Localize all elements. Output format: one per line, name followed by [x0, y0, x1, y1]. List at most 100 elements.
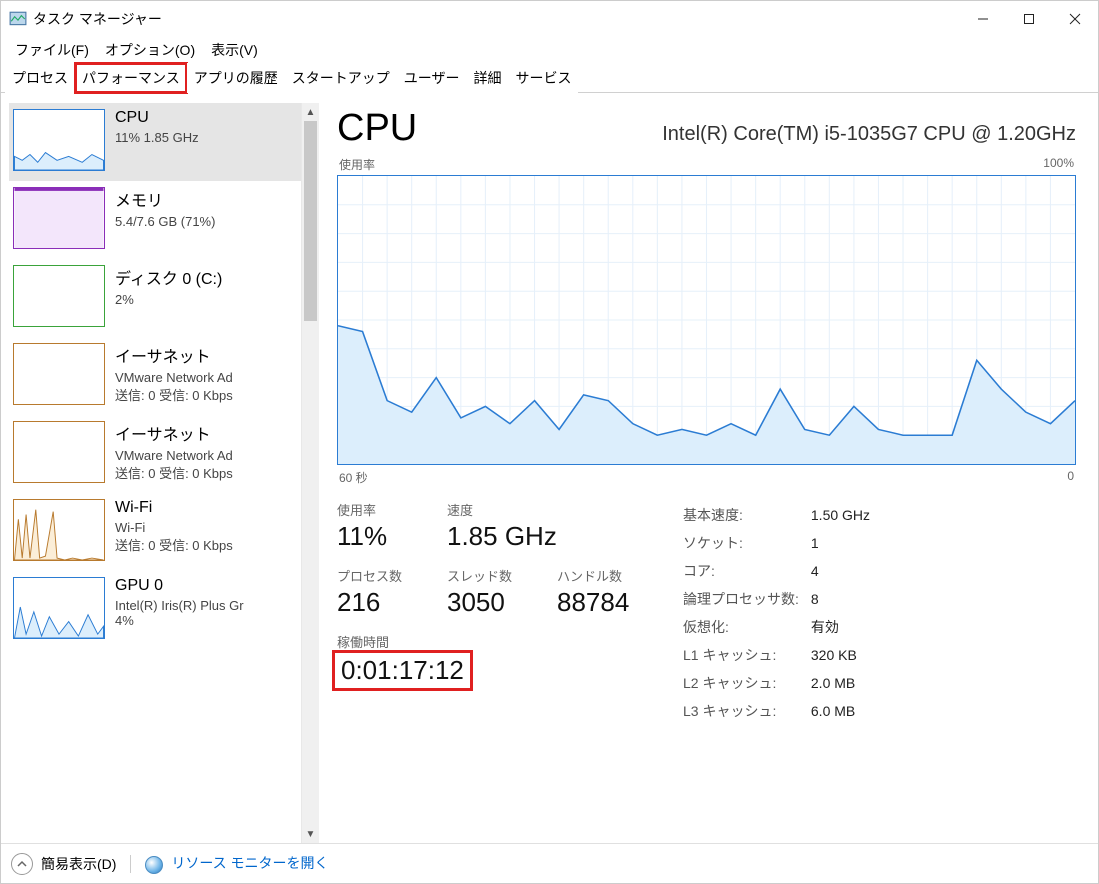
sidebar-item-title: CPU — [115, 109, 297, 127]
logical-value: 8 — [811, 586, 880, 612]
cores-label: コア: — [683, 558, 809, 584]
sidebar-text: イーサネットVMware Network Ad送信: 0 受信: 0 Kbps — [115, 343, 297, 405]
sidebar-item-sub: 2% — [115, 292, 297, 307]
sidebar-text: Wi-FiWi-Fi送信: 0 受信: 0 Kbps — [115, 499, 297, 561]
app-icon — [9, 10, 27, 28]
logical-label: 論理プロセッサ数: — [683, 586, 809, 612]
sidebar-item-sub: VMware Network Ad — [115, 448, 297, 463]
sidebar-scrollbar[interactable]: ▲ ▼ — [301, 103, 319, 843]
maximize-button[interactable] — [1006, 3, 1052, 35]
menu-file[interactable]: ファイル(F) — [7, 38, 97, 62]
virtualization-label: 仮想化: — [683, 614, 809, 640]
resource-monitor-link[interactable]: リソース モニターを開く — [145, 853, 328, 873]
sidebar-item-5[interactable]: Wi-FiWi-Fi送信: 0 受信: 0 Kbps — [9, 493, 301, 571]
tab-startup[interactable]: スタートアップ — [285, 63, 397, 93]
sidebar-text: メモリ5.4/7.6 GB (71%) — [115, 187, 297, 249]
virtualization-value: 有効 — [811, 614, 880, 640]
l3-cache-label: L3 キャッシュ: — [683, 698, 809, 724]
sidebar-item-6[interactable]: GPU 0 Intel(R) Iris(R) Plus Gr4% — [9, 571, 301, 649]
scroll-up-icon[interactable]: ▲ — [302, 103, 320, 121]
handles-label: ハンドル数 — [557, 566, 641, 585]
titlebar: タスク マネージャー — [1, 1, 1098, 37]
sidebar-thumb — [13, 421, 105, 483]
minimize-button[interactable] — [960, 3, 1006, 35]
sidebar-text: GPU 0 Intel(R) Iris(R) Plus Gr4% — [115, 577, 297, 639]
sidebar-item-sub: Intel(R) Iris(R) Plus Gr — [115, 598, 297, 613]
sidebar-thumb — [13, 499, 105, 561]
menubar: ファイル(F) オプション(O) 表示(V) — [1, 37, 1098, 63]
resource-monitor-label: リソース モニターを開く — [171, 855, 328, 871]
sidebar-item-sub: 11% 1.85 GHz — [115, 130, 297, 145]
sidebar-item-sub2: 送信: 0 受信: 0 Kbps — [115, 463, 297, 482]
sidebar-list: CPU 11% 1.85 GHz メモリ5.4/7.6 GB (71%) ディスク 0… — [9, 103, 301, 843]
chart-label-0: 0 — [1067, 469, 1074, 486]
tab-details[interactable]: 詳細 — [466, 63, 508, 93]
sidebar-item-title: イーサネット — [115, 421, 297, 445]
sidebar-thumb — [13, 187, 105, 249]
speed-value: 1.85 GHz — [447, 521, 557, 552]
menu-view[interactable]: 表示(V) — [203, 38, 266, 62]
speed-label: 速度 — [447, 500, 557, 519]
window-title: タスク マネージャー — [33, 9, 162, 29]
statusbar-divider — [130, 855, 131, 873]
tab-app-history[interactable]: アプリの履歴 — [187, 63, 285, 93]
collapse-toggle[interactable] — [11, 853, 33, 875]
sidebar-item-3[interactable]: イーサネットVMware Network Ad送信: 0 受信: 0 Kbps — [9, 337, 301, 415]
usage-value: 11% — [337, 521, 421, 552]
sidebar-item-sub2: 4% — [115, 613, 297, 628]
uptime-label: 稼働時間 — [337, 632, 468, 651]
scrollbar-thumb[interactable] — [304, 121, 317, 321]
l1-cache-value: 320 KB — [811, 642, 880, 668]
chart-label-100: 100% — [1043, 156, 1074, 173]
resource-monitor-icon — [145, 856, 163, 874]
chart-label-60s: 60 秒 — [339, 469, 368, 486]
tab-services[interactable]: サービス — [508, 63, 578, 93]
stats-area: 使用率11% 速度1.85 GHz プロセス数216 スレッド数3050 ハンド… — [337, 500, 1076, 726]
sidebar-item-sub2: 送信: 0 受信: 0 Kbps — [115, 385, 297, 404]
detail-pane: CPU Intel(R) Core(TM) i5-1035G7 CPU @ 1.… — [319, 93, 1098, 843]
tab-processes[interactable]: プロセス — [5, 63, 75, 93]
base-speed-value: 1.50 GHz — [811, 502, 880, 528]
sidebar-item-title: GPU 0 — [115, 577, 297, 595]
sidebar-item-sub2: 送信: 0 受信: 0 Kbps — [115, 535, 297, 554]
sidebar-item-title: ディスク 0 (C:) — [115, 265, 297, 289]
handles-value: 88784 — [557, 587, 641, 618]
sidebar-thumb — [13, 109, 105, 171]
tab-performance[interactable]: パフォーマンス — [75, 63, 187, 93]
statusbar: 簡易表示(D) リソース モニターを開く — [1, 843, 1098, 883]
usage-label: 使用率 — [337, 500, 421, 519]
detail-heading: CPU — [337, 107, 417, 150]
threads-label: スレッド数 — [447, 566, 531, 585]
sidebar-item-sub: Wi-Fi — [115, 520, 297, 535]
sidebar-item-title: Wi-Fi — [115, 499, 297, 517]
sockets-value: 1 — [811, 530, 880, 556]
sockets-label: ソケット: — [683, 530, 809, 556]
sidebar-item-sub: 5.4/7.6 GB (71%) — [115, 214, 297, 229]
sidebar-item-4[interactable]: イーサネット VMware Network Ad送信: 0 受信: 0 Kbps — [9, 415, 301, 493]
main-area: CPU 11% 1.85 GHz メモリ5.4/7.6 GB (71%) ディスク 0… — [1, 93, 1098, 843]
sidebar-item-sub: VMware Network Ad — [115, 370, 297, 385]
uptime-value: 0:01:17:12 — [337, 655, 468, 686]
tab-strip: プロセス パフォーマンス アプリの履歴 スタートアップ ユーザー 詳細 サービス — [1, 63, 1098, 93]
close-button[interactable] — [1052, 3, 1098, 35]
cpu-spec-table: 基本速度:1.50 GHz ソケット:1 コア:4 論理プロセッサ数:8 仮想化… — [681, 500, 882, 726]
threads-value: 3050 — [447, 587, 531, 618]
l2-cache-label: L2 キャッシュ: — [683, 670, 809, 696]
sidebar-panel: CPU 11% 1.85 GHz メモリ5.4/7.6 GB (71%) ディスク 0… — [1, 93, 319, 843]
tab-users[interactable]: ユーザー — [397, 63, 467, 93]
sidebar-item-2[interactable]: ディスク 0 (C:) 2% — [9, 259, 301, 337]
sidebar-text: イーサネット VMware Network Ad送信: 0 受信: 0 Kbps — [115, 421, 297, 483]
cpu-chart — [337, 175, 1076, 465]
sidebar-item-0[interactable]: CPU 11% 1.85 GHz — [9, 103, 301, 181]
l1-cache-label: L1 キャッシュ: — [683, 642, 809, 668]
simple-view-button[interactable]: 簡易表示(D) — [41, 854, 116, 874]
l2-cache-value: 2.0 MB — [811, 670, 880, 696]
cores-value: 4 — [811, 558, 880, 584]
sidebar-text: ディスク 0 (C:) 2% — [115, 265, 297, 327]
l3-cache-value: 6.0 MB — [811, 698, 880, 724]
cpu-model: Intel(R) Core(TM) i5-1035G7 CPU @ 1.20GH… — [662, 123, 1076, 146]
menu-options[interactable]: オプション(O) — [97, 38, 203, 62]
sidebar-item-1[interactable]: メモリ5.4/7.6 GB (71%) — [9, 181, 301, 259]
scroll-down-icon[interactable]: ▼ — [302, 825, 320, 843]
base-speed-label: 基本速度: — [683, 502, 809, 528]
